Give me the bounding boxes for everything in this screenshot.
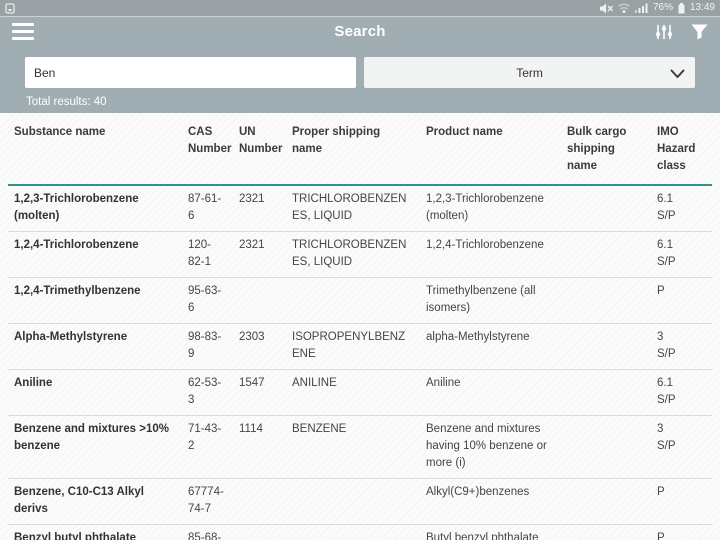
cell-bulk-cargo-shipping-name bbox=[561, 484, 651, 518]
cell-product-name: Benzene and mixtures having 10% benzene … bbox=[420, 421, 561, 472]
total-results-label: Total results: 40 bbox=[25, 96, 695, 108]
cell-un-number bbox=[233, 530, 286, 540]
column-header: UN Number bbox=[233, 124, 286, 184]
cell-bulk-cargo-shipping-name bbox=[561, 237, 651, 271]
filter-funnel-icon[interactable] bbox=[691, 24, 708, 40]
cell-substance-name: 1,2,4-Trichlorobenzene bbox=[8, 237, 182, 271]
cell-cas-number: 120-82-1 bbox=[182, 237, 233, 271]
cell-cas-number: 71-43-2 bbox=[182, 421, 233, 472]
cell-un-number bbox=[233, 283, 286, 317]
cell-cas-number: 87-61-6 bbox=[182, 191, 233, 225]
table-row[interactable]: Benzene, C10-C13 Alkyl derivs 67774-74-7… bbox=[8, 479, 712, 525]
results-table: Substance nameCAS NumberUN NumberProper … bbox=[0, 113, 720, 540]
cell-imo-hazard-class: 6.1 S/P bbox=[651, 375, 712, 409]
cell-un-number: 2303 bbox=[233, 329, 286, 363]
volume-muted-icon bbox=[600, 3, 613, 14]
cell-product-name: 1,2,4-Trichlorobenzene bbox=[420, 237, 561, 271]
table-header-row: Substance nameCAS NumberUN NumberProper … bbox=[8, 113, 712, 184]
cell-proper-shipping-name bbox=[286, 484, 420, 518]
cell-bulk-cargo-shipping-name bbox=[561, 530, 651, 540]
cell-imo-hazard-class: P bbox=[651, 283, 712, 317]
chevron-down-icon bbox=[670, 66, 685, 84]
cell-proper-shipping-name: TRICHLOROBENZENES, LIQUID bbox=[286, 191, 420, 225]
cell-proper-shipping-name bbox=[286, 283, 420, 317]
dropdown-selected-value: Term bbox=[516, 66, 543, 80]
search-input[interactable] bbox=[25, 57, 356, 88]
cell-substance-name: Alpha-Methylstyrene bbox=[8, 329, 182, 363]
wifi-icon bbox=[618, 3, 630, 13]
status-bar: 76% 13:49 bbox=[0, 0, 720, 16]
table-row[interactable]: Aniline 62-53-3 1547 ANILINE Aniline 6.1… bbox=[8, 370, 712, 416]
cell-bulk-cargo-shipping-name bbox=[561, 191, 651, 225]
table-row[interactable]: Alpha-Methylstyrene 98-83-9 2303 ISOPROP… bbox=[8, 324, 712, 370]
cell-product-name: Aniline bbox=[420, 375, 561, 409]
status-time: 13:49 bbox=[690, 3, 715, 13]
battery-icon bbox=[678, 3, 685, 14]
sd-card-icon bbox=[5, 3, 15, 14]
cell-proper-shipping-name: ISOPROPENYLBENZENE bbox=[286, 329, 420, 363]
cell-imo-hazard-class: 3 S/P bbox=[651, 329, 712, 363]
cell-substance-name: 1,2,4-Trimethylbenzene bbox=[8, 283, 182, 317]
cell-substance-name: Aniline bbox=[8, 375, 182, 409]
table-body: 1,2,3-Trichlorobenzene (molten) 87-61-6 … bbox=[0, 186, 720, 540]
cell-bulk-cargo-shipping-name bbox=[561, 421, 651, 472]
app-screen: 76% 13:49 Search Term bbox=[0, 0, 720, 540]
column-header: CAS Number bbox=[182, 124, 233, 184]
table-row[interactable]: 1,2,4-Trichlorobenzene 120-82-1 2321 TRI… bbox=[8, 232, 712, 278]
table-row[interactable]: 1,2,3-Trichlorobenzene (molten) 87-61-6 … bbox=[8, 186, 712, 232]
cell-un-number: 2321 bbox=[233, 191, 286, 225]
cell-bulk-cargo-shipping-name bbox=[561, 329, 651, 363]
cell-un-number: 1547 bbox=[233, 375, 286, 409]
cell-proper-shipping-name bbox=[286, 530, 420, 540]
page-title: Search bbox=[0, 23, 720, 40]
signal-bars-icon bbox=[635, 3, 648, 13]
cell-imo-hazard-class: 6.1 S/P bbox=[651, 237, 712, 271]
cell-bulk-cargo-shipping-name bbox=[561, 283, 651, 317]
cell-substance-name: 1,2,3-Trichlorobenzene (molten) bbox=[8, 191, 182, 225]
column-header: Substance name bbox=[8, 124, 182, 184]
cell-substance-name: Benzene and mixtures >10% benzene bbox=[8, 421, 182, 472]
cell-cas-number: 98-83-9 bbox=[182, 329, 233, 363]
column-header: Proper shipping name bbox=[286, 124, 420, 184]
search-type-dropdown[interactable]: Term bbox=[364, 57, 695, 88]
cell-substance-name: Benzyl butyl phthalate bbox=[8, 530, 182, 540]
cell-cas-number: 95-63-6 bbox=[182, 283, 233, 317]
search-section: Term Total results: 40 bbox=[0, 46, 720, 113]
cell-product-name: Trimethylbenzene (all isomers) bbox=[420, 283, 561, 317]
cell-bulk-cargo-shipping-name bbox=[561, 375, 651, 409]
cell-substance-name: Benzene, C10-C13 Alkyl derivs bbox=[8, 484, 182, 518]
cell-un-number: 1114 bbox=[233, 421, 286, 472]
cell-cas-number: 67774-74-7 bbox=[182, 484, 233, 518]
cell-imo-hazard-class: P bbox=[651, 484, 712, 518]
table-row[interactable]: Benzyl butyl phthalate 85-68-7 Butyl ben… bbox=[8, 525, 712, 540]
column-header: Bulk cargo shipping name bbox=[561, 124, 651, 184]
cell-imo-hazard-class: 6.1 S/P bbox=[651, 191, 712, 225]
cell-cas-number: 85-68-7 bbox=[182, 530, 233, 540]
cell-imo-hazard-class: P bbox=[651, 530, 712, 540]
cell-un-number bbox=[233, 484, 286, 518]
cell-proper-shipping-name: ANILINE bbox=[286, 375, 420, 409]
cell-proper-shipping-name: BENZENE bbox=[286, 421, 420, 472]
column-header: Product name bbox=[420, 124, 561, 184]
tune-sliders-icon[interactable] bbox=[655, 24, 673, 40]
cell-product-name: 1,2,3-Trichlorobenzene (molten) bbox=[420, 191, 561, 225]
app-bar: Search bbox=[0, 16, 720, 46]
battery-percent: 76% bbox=[653, 3, 673, 13]
cell-un-number: 2321 bbox=[233, 237, 286, 271]
cell-product-name: Butyl benzyl phthalate bbox=[420, 530, 561, 540]
cell-product-name: Alkyl(C9+)benzenes bbox=[420, 484, 561, 518]
cell-product-name: alpha-Methylstyrene bbox=[420, 329, 561, 363]
table-row[interactable]: 1,2,4-Trimethylbenzene 95-63-6 Trimethyl… bbox=[8, 278, 712, 324]
table-row[interactable]: Benzene and mixtures >10% benzene 71-43-… bbox=[8, 416, 712, 479]
cell-imo-hazard-class: 3 S/P bbox=[651, 421, 712, 472]
cell-proper-shipping-name: TRICHLOROBENZENES, LIQUID bbox=[286, 237, 420, 271]
column-header: IMO Hazard class bbox=[651, 124, 712, 184]
hamburger-menu-icon[interactable] bbox=[12, 23, 34, 40]
cell-cas-number: 62-53-3 bbox=[182, 375, 233, 409]
